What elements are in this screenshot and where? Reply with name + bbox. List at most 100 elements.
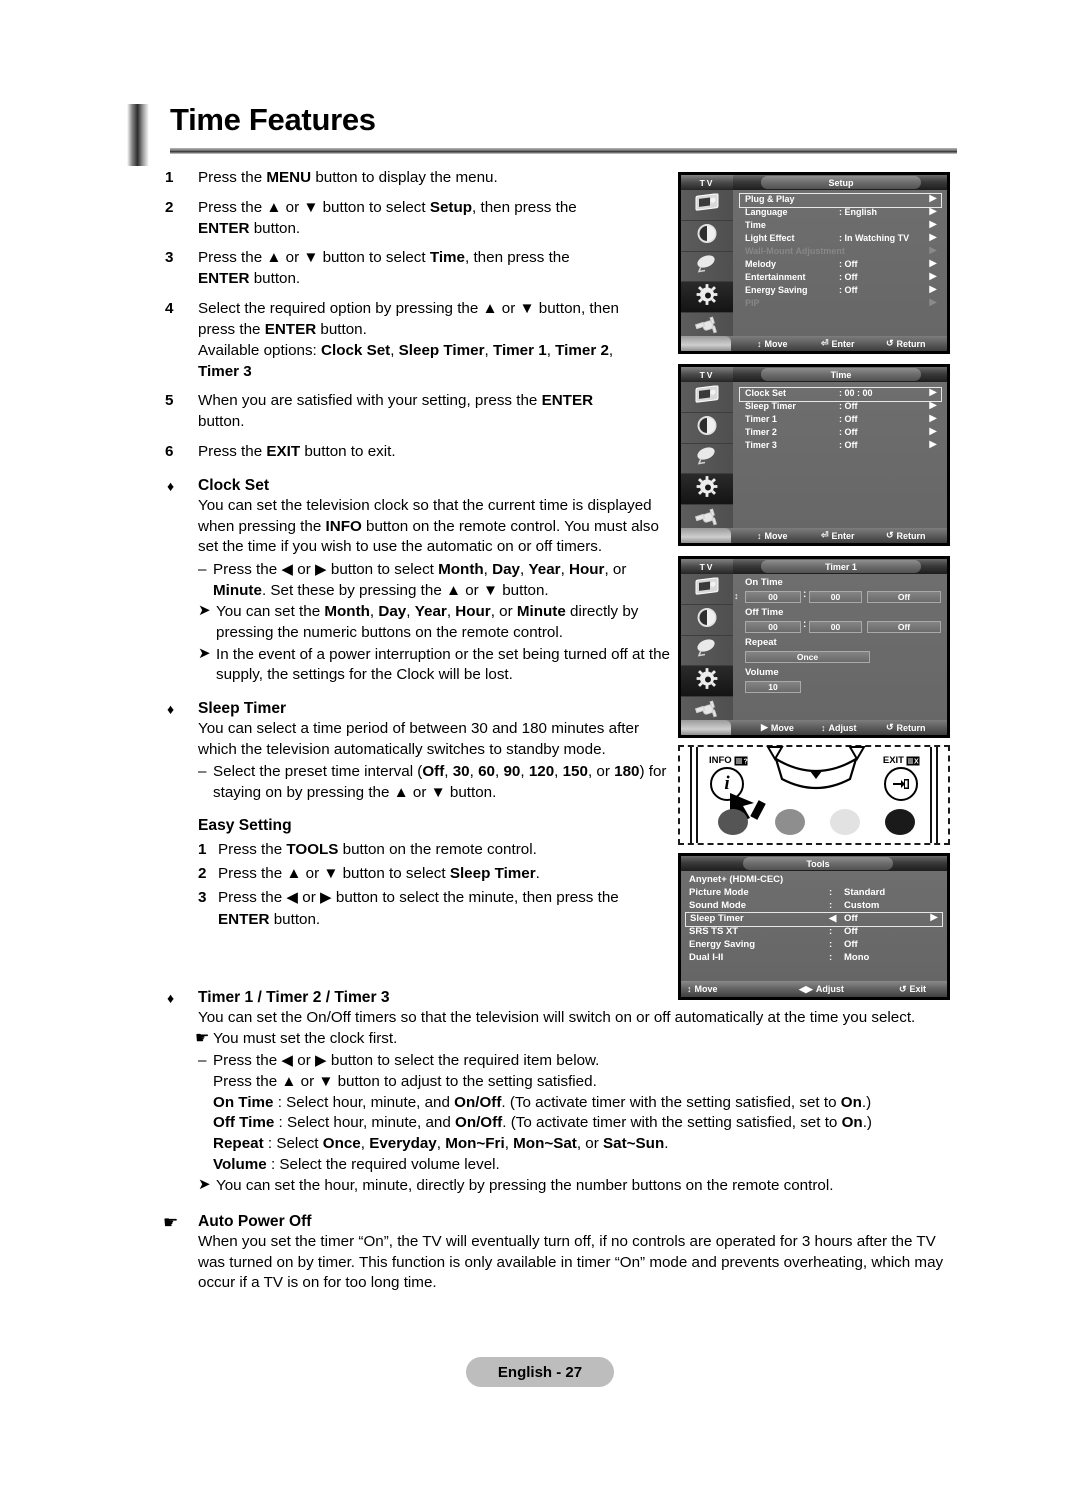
step-number: 3 [165,249,174,267]
osd-footer-item[interactable]: ⏎ Enter [821,528,855,543]
picture-icon [694,385,720,408]
osd-footer-item[interactable]: ↺ Return [886,336,926,351]
osd-row[interactable]: Clock Set: 00 : 00 ▶ [739,387,942,402]
osd-icon-setup[interactable] [681,474,733,506]
step-1: 1 Press the MENU button to display the me… [165,168,670,189]
step-3: 3 Press the ▲ or ▼ button to select Time,… [165,248,670,290]
osd-icon-channel[interactable] [681,252,733,283]
dash-marker-icon: – [198,763,207,781]
off-time-hour-field[interactable]: 00 [745,621,801,633]
step-number: 3 [198,889,207,907]
sound-icon [696,414,718,441]
osd-row[interactable]: Timer 2: Off ▶ [733,426,947,440]
osd-footer-item[interactable]: ▶ Move [761,720,794,735]
osd-row[interactable]: Timer 3: Off ▶ [733,439,947,453]
osd-row-label: PIP [745,298,760,308]
tools-row-label: SRS TS XT [689,926,739,937]
osd-icon-picture[interactable] [681,574,733,605]
diamond-bullet-icon: ♦ [167,477,175,494]
osd-row[interactable]: Entertainment: Off ▶ [733,271,947,285]
osd-footer-item[interactable]: ↺ Return [886,528,926,543]
header-divider [170,148,957,154]
osd-icon-picture[interactable] [681,382,733,413]
osd-time-title: Time [761,368,921,381]
osd-icon-setup[interactable] [681,282,733,314]
svg-text:X: X [914,758,919,765]
dash-marker-icon: – [198,1052,207,1070]
osd-setup-footer: ↕ Move ⏎ Enter ↺ Return [681,336,947,351]
osd-icon-picture[interactable] [681,190,733,221]
remote-color-button-1[interactable] [718,809,748,835]
osd-icon-sound[interactable] [681,413,733,444]
tools-row-label: Picture Mode [689,887,749,898]
tools-row-colon: : [829,887,833,898]
osd-footer-icon: ⏎ [821,530,829,540]
tools-row[interactable]: Picture Mode: Standard [681,887,947,900]
diamond-bullet-icon: ♦ [167,990,175,1006]
osd-row[interactable]: Energy Saving: Off ▶ [733,284,947,298]
repeat-field[interactable]: Once [745,651,870,663]
osd-footer-label: Enter [831,338,855,349]
off-time-minute-field[interactable]: 00 [809,621,862,633]
osd-timer1-panel: TV Timer 1 On Time ↕ 00: 00 Off Off Tim… [678,556,950,738]
osd-row[interactable]: PIP ▶ [733,297,947,311]
tools-row[interactable]: Energy Saving: Off [681,939,947,952]
osd-footer-item[interactable]: ↕ Adjust [821,720,857,735]
tools-footer-icon: ↺ [899,983,907,994]
osd-setup-rows: Plug & Play ▶ Language: English ▶ Time ▶ Light… [733,190,947,336]
osd-row[interactable]: Plug & Play ▶ [739,193,942,208]
osd-row[interactable]: Wall-Mount Adjustment ▶ [733,245,947,259]
osd-tv-label: TV [681,559,733,574]
osd-footer-item[interactable]: ⏎ Enter [821,336,855,351]
step-text: Press the TOOLS button on the remote con… [218,840,537,858]
off-time-state-field[interactable]: Off [867,621,941,633]
tools-row[interactable]: Dual I-II: Mono [681,952,947,965]
exit-button[interactable] [884,767,918,801]
osd-footer-item[interactable]: ↕ Move [757,528,788,543]
tools-row[interactable]: Sleep Timer ◀ Off ▶ [685,912,943,927]
exit-arrow-icon [893,779,909,789]
osd-row[interactable]: Language: English ▶ [733,206,947,220]
tools-row-label: Anynet+ (HDMI-CEC) [689,874,784,885]
osd-icon-channel[interactable] [681,636,733,667]
osd-icon-sound[interactable] [681,221,733,252]
navigation-pad-icon [766,746,866,789]
step-number: 1 [198,840,207,858]
osd-footer-icon: ↺ [886,530,894,540]
osd-row-label: Timer 3 [745,440,777,450]
on-time-state-field[interactable]: Off [867,591,941,603]
chevron-right-icon: ▶ [929,426,937,437]
tools-footer-item[interactable]: ◀▶ Adjust [799,981,844,997]
osd-row-label: Time [745,220,766,230]
on-time-hour-field[interactable]: 00 [745,591,801,603]
on-time-minute-field[interactable]: 00 [809,591,862,603]
step-text: Press the EXIT button to exit. [198,443,396,461]
tools-footer-item[interactable]: ↕ Move [687,981,718,997]
remote-color-button-2[interactable] [775,809,805,835]
off-time-colon: : [803,619,807,630]
tools-row[interactable]: Sound Mode: Custom [681,900,947,913]
timers-repeat: Repeat : Select Once, Everyday, Mon~Fri,… [213,1135,669,1153]
tools-row[interactable]: Anynet+ (HDMI-CEC) [681,874,947,887]
osd-row[interactable]: Melody: Off ▶ [733,258,947,272]
osd-icon-channel[interactable] [681,444,733,475]
osd-footer-item[interactable]: ↕ Move [757,336,788,351]
remote-control-diagram: INFO ? i EXIT X [678,745,950,845]
remote-color-button-4[interactable] [885,809,915,835]
osd-icon-setup[interactable] [681,666,733,698]
osd-row[interactable]: Light Effect: In Watching TV ▶ [733,232,947,246]
tools-footer-item[interactable]: ↺ Exit [899,981,926,997]
gear-icon [696,476,718,503]
sound-icon [696,606,718,633]
osd-row[interactable]: Sleep Timer: Off ▶ [733,400,947,414]
osd-icon-sound[interactable] [681,605,733,636]
step-number: 6 [165,443,174,461]
remote-color-button-3[interactable] [830,809,860,835]
chevron-right-icon: ▶ [929,193,937,204]
volume-field[interactable]: 10 [745,681,801,693]
osd-row[interactable]: Timer 1: Off ▶ [733,413,947,427]
osd-time-rows: Clock Set: 00 : 00 ▶ Sleep Timer: Off ▶ Time… [733,382,947,528]
tools-row[interactable]: SRS TS XT: Off [681,926,947,939]
osd-footer-item[interactable]: ↺ Return [886,720,926,735]
osd-row[interactable]: Time ▶ [733,219,947,233]
